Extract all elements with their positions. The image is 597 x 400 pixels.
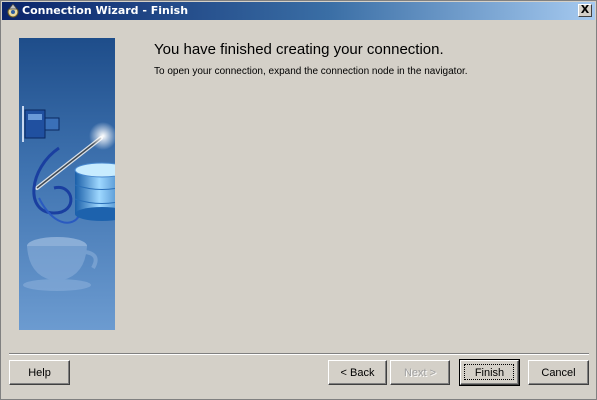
connection-database-illustration xyxy=(22,106,115,291)
plug-icon xyxy=(22,106,60,142)
button-separator xyxy=(9,353,589,355)
help-button-label: Help xyxy=(28,366,51,379)
wizard-illustration xyxy=(19,38,115,330)
database-icon xyxy=(74,162,115,221)
next-button-label: Next > xyxy=(403,366,437,379)
window-title: Connection Wizard - Finish xyxy=(22,4,189,17)
cup-icon xyxy=(23,237,98,291)
back-button[interactable]: < Back xyxy=(328,360,387,385)
close-button[interactable]: X xyxy=(578,4,592,17)
close-icon: X xyxy=(580,3,590,16)
wizard-dialog: Connection Wizard - Finish X You have fi… xyxy=(0,0,597,400)
finish-button-label: Finish xyxy=(474,366,505,379)
cancel-button-label: Cancel xyxy=(541,366,576,379)
help-button[interactable]: Help xyxy=(9,360,70,385)
cancel-button[interactable]: Cancel xyxy=(528,360,589,385)
page-title: You have finished creating your connecti… xyxy=(154,41,444,58)
wizard-icon xyxy=(5,3,21,19)
title-bar[interactable]: Connection Wizard - Finish X xyxy=(2,2,595,20)
finish-button[interactable]: Finish xyxy=(459,359,520,386)
next-button[interactable]: Next > xyxy=(390,360,450,385)
back-button-label: < Back xyxy=(340,366,375,379)
instruction-text: To open your connection, expand the conn… xyxy=(154,66,468,77)
